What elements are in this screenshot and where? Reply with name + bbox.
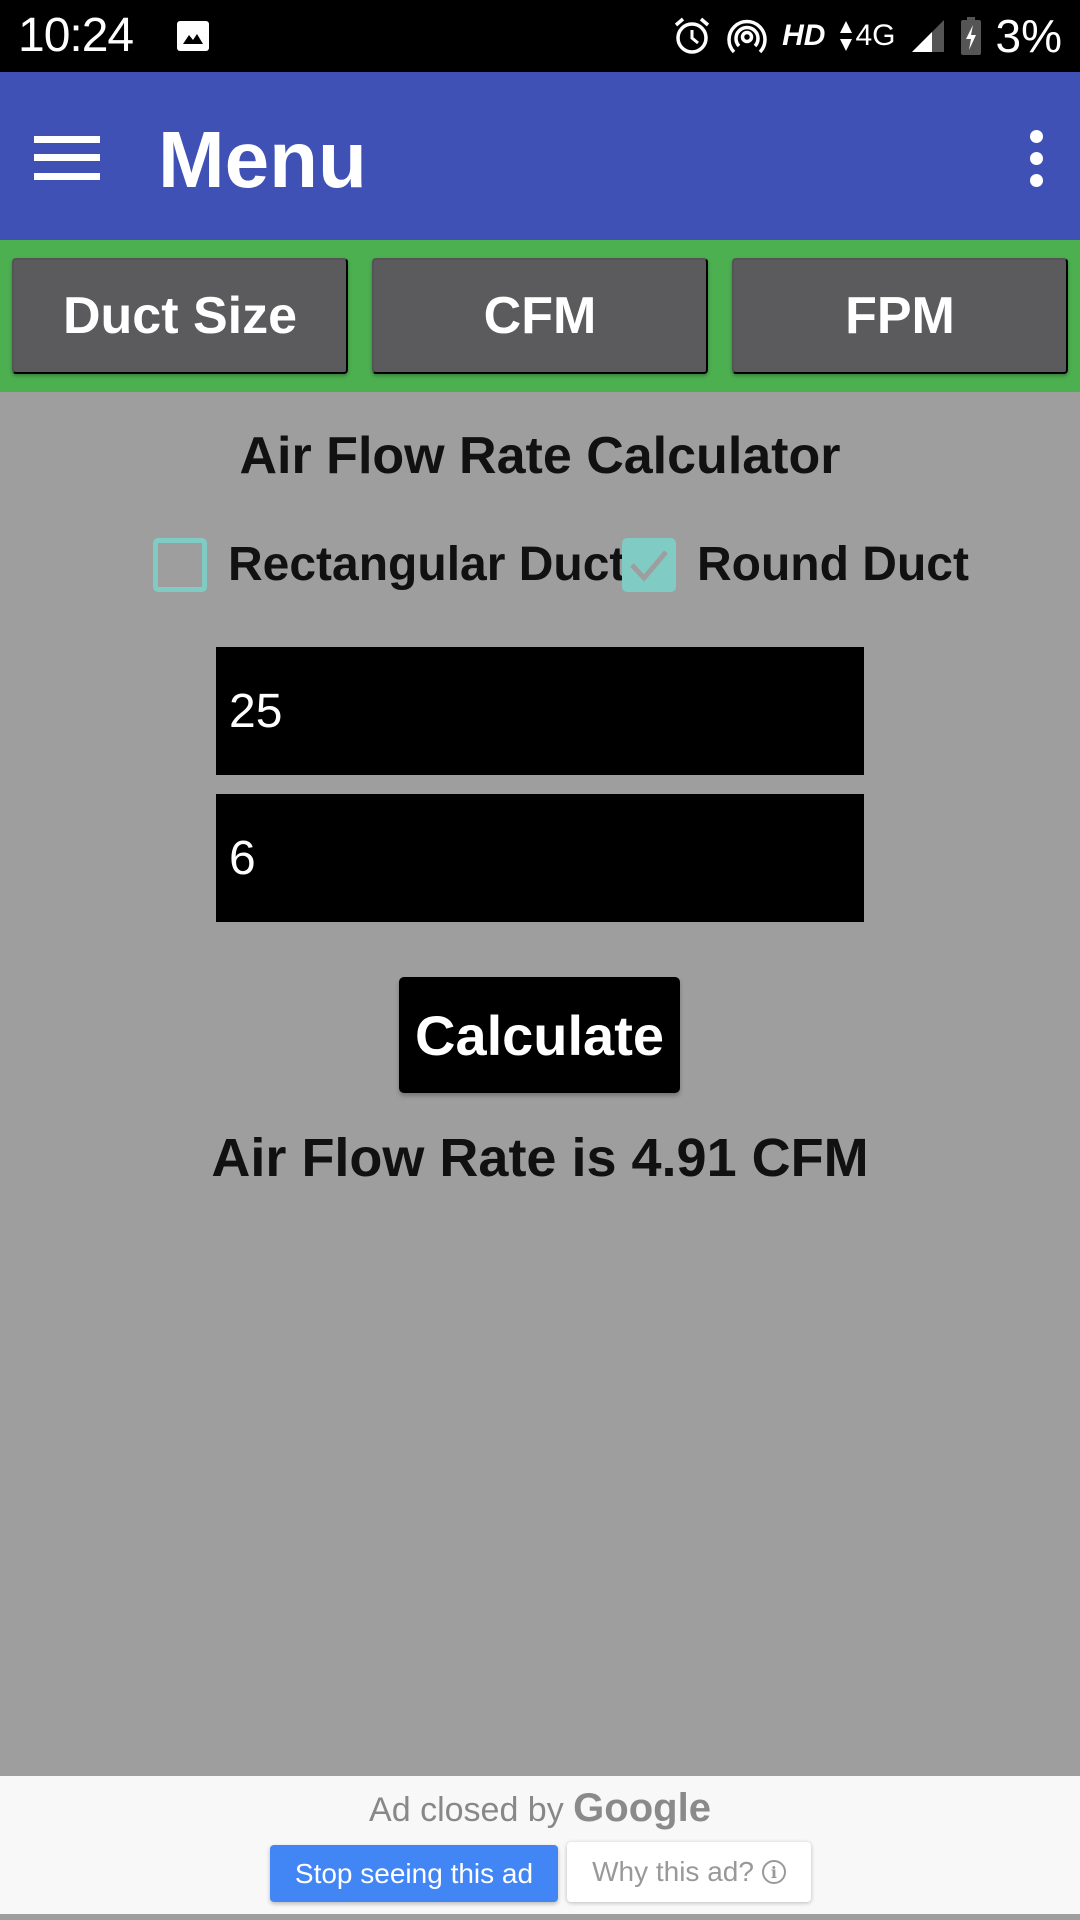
ad-closed-text: Ad closed by: [369, 1791, 564, 1829]
network-indicator: 4G: [839, 19, 896, 53]
duct-type-options: Rectangular Duct Round Duct: [0, 530, 1080, 600]
ad-banner: Ad closed by Google Stop seeing this ad …: [0, 1776, 1080, 1914]
checkmark-icon: [630, 550, 668, 582]
signal-icon: [911, 20, 944, 52]
battery-charging-icon: [960, 17, 981, 55]
stop-seeing-ad-button[interactable]: Stop seeing this ad: [270, 1845, 558, 1902]
app-title: Menu: [158, 115, 367, 204]
second-value-input[interactable]: [216, 794, 864, 922]
info-icon: i: [761, 1860, 786, 1884]
why-this-ad-label: Why this ad?: [592, 1856, 754, 1887]
status-icons: HD 4G 3%: [672, 10, 1062, 62]
rectangular-duct-checkbox[interactable]: [153, 538, 207, 592]
tab-fpm[interactable]: FPM: [732, 258, 1068, 374]
round-duct-label[interactable]: Round Duct: [697, 534, 969, 596]
hamburger-menu-icon[interactable]: [34, 136, 100, 180]
calculate-button[interactable]: Calculate: [399, 977, 680, 1093]
first-value-input[interactable]: [216, 647, 864, 775]
tab-duct-size[interactable]: Duct Size: [12, 258, 348, 374]
tab-cfm[interactable]: CFM: [372, 258, 708, 374]
result-text: Air Flow Rate is 4.91 CFM: [211, 1128, 869, 1188]
battery-percent: 3%: [995, 10, 1062, 62]
status-time: 10:24: [18, 9, 134, 62]
ad-closed-message: Ad closed by Google: [0, 1784, 1080, 1834]
round-duct-checkbox[interactable]: [622, 538, 676, 592]
alarm-icon: [675, 17, 710, 54]
status-bar: 10:24 HD 4G 3%: [0, 0, 1080, 72]
calculator-tab-strip: Duct Size CFM FPM: [0, 240, 1080, 392]
more-vert-icon[interactable]: [1020, 128, 1052, 188]
hd-voice-icon: HD: [782, 19, 826, 52]
data-arrows-icon: [840, 21, 853, 51]
google-logo: Google: [573, 1786, 711, 1830]
network-type: 4G: [855, 19, 896, 52]
why-this-ad-button[interactable]: Why this ad? i: [567, 1842, 811, 1902]
gallery-icon: [177, 21, 209, 51]
app-bar: Menu: [0, 72, 1080, 240]
rectangular-duct-label[interactable]: Rectangular Duct: [228, 534, 625, 596]
calculator-title: Air Flow Rate Calculator: [239, 427, 841, 485]
hotspot-icon: [727, 19, 767, 54]
